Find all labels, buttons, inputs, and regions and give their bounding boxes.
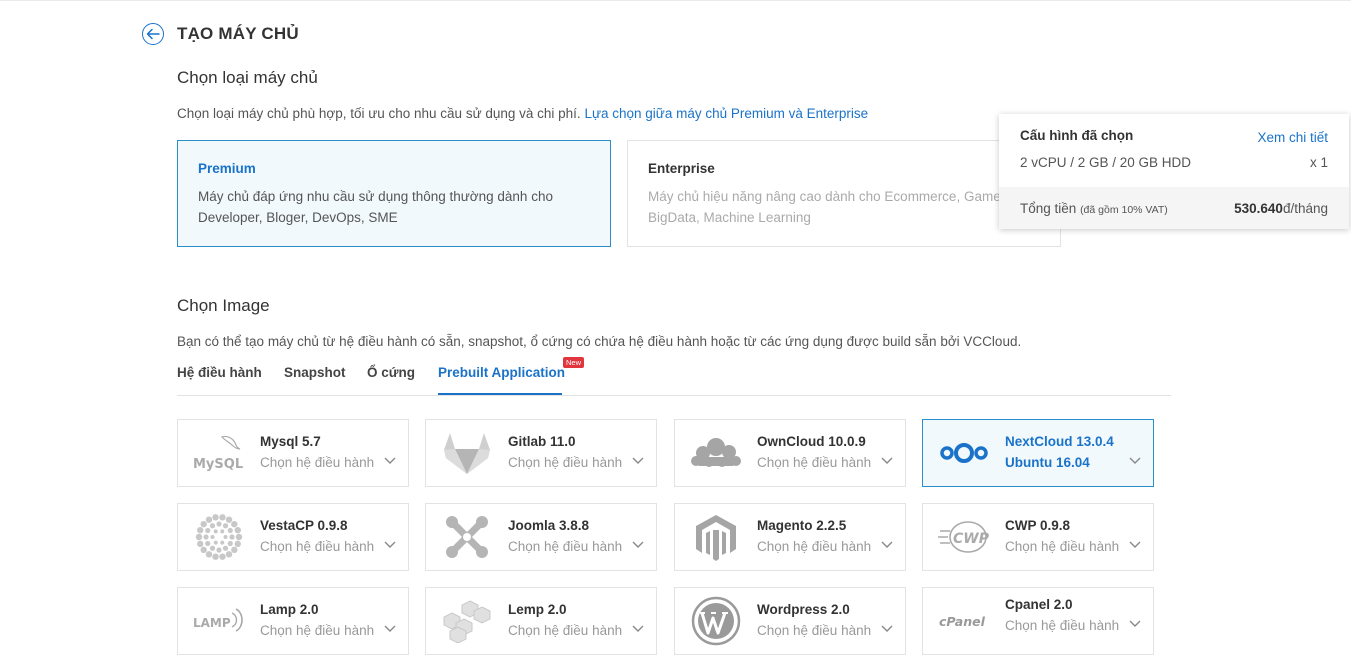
chevron-down-icon[interactable] — [384, 541, 396, 549]
server-type-description: Chọn loại máy chủ phù hợp, tối ưu cho nh… — [177, 106, 869, 121]
os-select[interactable]: Ubuntu 16.04 — [1005, 455, 1090, 470]
owncloud-logo-icon — [689, 429, 743, 477]
image-tabs: Hệ điều hành Snapshot Ổ cứng Prebuilt Ap… — [177, 357, 1171, 396]
os-select[interactable]: Chọn hệ điều hành — [508, 623, 622, 638]
svg-text:CWP: CWP — [953, 531, 990, 547]
app-card-gitlab[interactable]: Gitlab 11.0 Chọn hệ điều hành — [425, 419, 657, 487]
tab-disk[interactable]: Ổ cứng — [367, 365, 415, 380]
compare-link[interactable]: Lựa chọn giữa máy chủ Premium và Enterpr… — [584, 106, 868, 121]
wordpress-logo-icon — [689, 596, 743, 646]
app-name: Wordpress 2.0 — [757, 602, 850, 617]
server-type-name: Premium — [198, 161, 256, 176]
app-card-lemp[interactable]: Lemp 2.0 Chọn hệ điều hành — [425, 587, 657, 655]
chevron-down-icon[interactable] — [632, 457, 644, 465]
server-type-enterprise[interactable]: Enterprise Máy chủ hiệu năng nâng cao dà… — [627, 140, 1061, 247]
chevron-down-icon[interactable] — [384, 457, 396, 465]
app-name: Lemp 2.0 — [508, 602, 567, 617]
chevron-down-icon[interactable] — [632, 625, 644, 633]
app-name: Magento 2.2.5 — [757, 518, 847, 533]
tab-snapshot[interactable]: Snapshot — [284, 365, 346, 380]
app-card-magento[interactable]: Magento 2.2.5 Chọn hệ điều hành — [674, 503, 906, 571]
cwp-logo-icon: CWP — [937, 513, 991, 561]
server-type-name: Enterprise — [648, 161, 715, 176]
chevron-down-icon[interactable] — [1129, 457, 1141, 465]
chevron-down-icon[interactable] — [1129, 620, 1141, 628]
os-select[interactable]: Chọn hệ điều hành — [508, 455, 622, 470]
os-select[interactable]: Chọn hệ điều hành — [757, 539, 871, 554]
mysql-logo-icon: MySQL — [192, 429, 246, 477]
server-type-desc: Máy chủ hiệu năng nâng cao dành cho Ecom… — [648, 189, 1005, 225]
chevron-down-icon[interactable] — [881, 625, 893, 633]
app-name: VestaCP 0.9.8 — [260, 518, 348, 533]
app-name: Lamp 2.0 — [260, 602, 319, 617]
app-card-joomla[interactable]: Joomla 3.8.8 Chọn hệ điều hành — [425, 503, 657, 571]
app-name: Cpanel 2.0 — [1005, 597, 1073, 612]
os-select[interactable]: Chọn hệ điều hành — [757, 455, 871, 470]
app-name: OwnCloud 10.0.9 — [757, 434, 866, 449]
svg-text:LAMP: LAMP — [193, 616, 231, 630]
total-label: Tổng tiền (đã gồm 10% VAT) — [1020, 201, 1168, 216]
chevron-down-icon[interactable] — [632, 541, 644, 549]
joomla-logo-icon — [440, 513, 494, 561]
arrow-left-icon — [146, 28, 160, 40]
os-select[interactable]: Chọn hệ điều hành — [1005, 618, 1119, 633]
nextcloud-logo-icon — [937, 429, 991, 477]
image-heading: Chọn Image — [177, 296, 270, 315]
app-card-lamp[interactable]: LAMP Lamp 2.0 Chọn hệ điều hành — [177, 587, 409, 655]
summary-heading: Cấu hình đã chọn — [1020, 128, 1134, 143]
image-description: Bạn có thể tạo máy chủ từ hệ điều hành c… — [177, 334, 1022, 349]
svg-text:cPanel: cPanel — [939, 614, 986, 629]
page-title: TẠO MÁY CHỦ — [177, 24, 299, 43]
app-name: NextCloud 13.0.4 — [1005, 434, 1114, 449]
vat-note: (đã gồm 10% VAT) — [1080, 204, 1168, 216]
total-price: 530.640đ/tháng — [1234, 201, 1328, 216]
app-card-nextcloud[interactable]: NextCloud 13.0.4 Ubuntu 16.04 — [922, 419, 1154, 487]
chevron-down-icon[interactable] — [384, 625, 396, 633]
gitlab-logo-icon — [440, 429, 494, 477]
os-select[interactable]: Chọn hệ điều hành — [757, 623, 871, 638]
svg-text:MySQL: MySQL — [193, 457, 243, 472]
summary-config: 2 vCPU / 2 GB / 20 GB HDD — [1020, 155, 1192, 170]
new-badge: New — [563, 357, 585, 368]
os-select[interactable]: Chọn hệ điều hành — [260, 455, 374, 470]
server-type-heading: Chọn loại máy chủ — [177, 68, 318, 87]
os-select[interactable]: Chọn hệ điều hành — [260, 623, 374, 638]
tab-os[interactable]: Hệ điều hành — [177, 365, 262, 380]
cpanel-logo-icon: cPanel — [937, 597, 991, 645]
os-select[interactable]: Chọn hệ điều hành — [260, 539, 374, 554]
chevron-down-icon[interactable] — [1129, 541, 1141, 549]
vestacp-logo-icon — [192, 513, 246, 561]
os-select[interactable]: Chọn hệ điều hành — [508, 539, 622, 554]
app-card-mysql[interactable]: MySQL Mysql 5.7 Chọn hệ điều hành — [177, 419, 409, 487]
app-card-vestacp[interactable]: VestaCP 0.9.8 Chọn hệ điều hành — [177, 503, 409, 571]
lamp-logo-icon: LAMP — [192, 597, 246, 645]
app-name: Joomla 3.8.8 — [508, 518, 590, 533]
app-card-cpanel[interactable]: cPanel Cpanel 2.0 Chọn hệ điều hành — [922, 587, 1154, 655]
active-tab-indicator — [438, 393, 562, 395]
chevron-down-icon[interactable] — [881, 541, 893, 549]
top-divider — [0, 0, 1351, 1]
back-button[interactable] — [142, 23, 164, 45]
summary-total-bar: Tổng tiền (đã gồm 10% VAT) 530.640đ/thán… — [999, 187, 1349, 229]
app-card-cwp[interactable]: CWP CWP 0.9.8 Chọn hệ điều hành — [922, 503, 1154, 571]
tab-prebuilt-application[interactable]: Prebuilt Application — [438, 365, 565, 380]
os-select[interactable]: Chọn hệ điều hành — [1005, 539, 1119, 554]
lemp-logo-icon — [440, 597, 494, 645]
app-name: Gitlab 11.0 — [508, 434, 576, 449]
chevron-down-icon[interactable] — [881, 457, 893, 465]
summary-panel: Cấu hình đã chọn Xem chi tiết 2 vCPU / 2… — [999, 114, 1349, 229]
view-details-link[interactable]: Xem chi tiết — [1257, 130, 1328, 145]
server-type-premium[interactable]: Premium Máy chủ đáp ứng nhu cầu sử dụng … — [177, 140, 611, 247]
app-card-wordpress[interactable]: Wordpress 2.0 Chọn hệ điều hành — [674, 587, 906, 655]
magento-logo-icon — [689, 513, 743, 561]
app-card-owncloud[interactable]: OwnCloud 10.0.9 Chọn hệ điều hành — [674, 419, 906, 487]
summary-quantity: x 1 — [1309, 155, 1328, 170]
server-type-desc: Máy chủ đáp ứng nhu cầu sử dụng thông th… — [198, 189, 553, 225]
app-name: Mysql 5.7 — [260, 434, 321, 449]
app-name: CWP 0.9.8 — [1005, 518, 1071, 533]
